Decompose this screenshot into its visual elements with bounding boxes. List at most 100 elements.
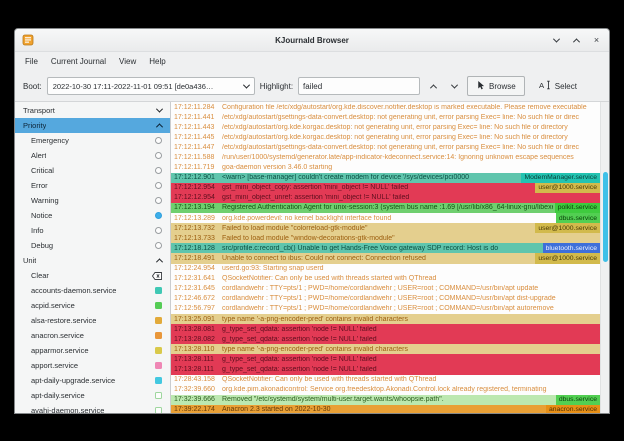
menu-current-journal[interactable]: Current Journal [45, 55, 112, 68]
log-line[interactable]: 17:12:31.641QSocketNotifier: Can only be… [171, 274, 600, 284]
radio-unchecked[interactable] [155, 242, 162, 249]
log-line[interactable]: 17:12:11.447/etc/xdg/autostart/gsettings… [171, 142, 600, 152]
select-button[interactable]: A Select [530, 76, 586, 96]
log-line[interactable]: 17:13:28.081g_type_set_qdata: assertion … [171, 324, 600, 334]
highlight-prev-button[interactable] [425, 78, 441, 94]
radio-unchecked[interactable] [155, 167, 162, 174]
log-timestamp: 17:12:13.194 [174, 204, 222, 211]
log-line[interactable]: 17:32:39.666Removed "/etc/systemd/system… [171, 395, 600, 405]
log-message: g_type_set_qdata: assertion 'node != NUL… [222, 326, 600, 333]
log-line[interactable]: 17:12:46.672cordlandwehr : TTY=pts/1 ; P… [171, 294, 600, 304]
priority-item-error[interactable]: Error [15, 178, 170, 193]
menu-file[interactable]: File [19, 55, 44, 68]
log-line[interactable]: 17:12:12.954gst_mini_object_copy: assert… [171, 183, 600, 193]
log-line[interactable]: 17:12:12.954gst_mini_object_unref: asser… [171, 193, 600, 203]
log-view[interactable]: 17:12:11.284Configuration file /etc/xdg/… [171, 102, 600, 413]
unit-item-apt-daily-service[interactable]: apt-daily.service [15, 388, 170, 403]
priority-item-info[interactable]: Info [15, 223, 170, 238]
log-line[interactable]: 17:39:22.174Anacron 2.3 started on 2022-… [171, 405, 600, 413]
radio-unchecked[interactable] [155, 137, 162, 144]
log-line[interactable]: 17:12:11.719goa-daemon version 3.46.0 st… [171, 163, 600, 173]
log-line[interactable]: 17:32:39.660org.kde.pim.akonadicontrol: … [171, 385, 600, 395]
unit-item-apport-service[interactable]: apport.service [15, 358, 170, 373]
radio-unchecked[interactable] [155, 227, 162, 234]
unit-item-alsa-restore-service[interactable]: alsa-restore.service [15, 313, 170, 328]
log-line[interactable]: 17:12:13.289org.kde.powerdevil: no kerne… [171, 213, 600, 223]
log-line[interactable]: 17:12:12.901<warn> [base-manager] couldn… [171, 173, 600, 183]
maximize-button[interactable] [571, 35, 582, 46]
unit-item-apparmor-service[interactable]: apparmor.service [15, 343, 170, 358]
checkbox-checked[interactable] [155, 362, 162, 369]
unit-item-avahi-daemon-service[interactable]: avahi-daemon.service [15, 403, 170, 413]
scrollbar-handle[interactable] [603, 172, 608, 262]
clear-units-button[interactable]: Clear [15, 268, 170, 283]
log-line[interactable]: 17:12:18.491Unable to connect to ibus: C… [171, 253, 600, 263]
checkbox-checked[interactable] [155, 317, 162, 324]
log-message: g_type_set_qdata: assertion 'node != NUL… [222, 356, 600, 363]
checkbox-checked[interactable] [155, 302, 162, 309]
radio-unchecked[interactable] [155, 197, 162, 204]
unit-item-acpid-service[interactable]: acpid.service [15, 298, 170, 313]
log-line[interactable]: 17:12:13.732Failed to load module "color… [171, 223, 600, 233]
log-line[interactable]: 17:28:43.158QSocketNotifier: Can only be… [171, 375, 600, 385]
checkbox-checked[interactable] [155, 332, 162, 339]
log-line[interactable]: 17:13:28.110type name '-a-png-encoder-pr… [171, 344, 600, 354]
checkbox-checked[interactable] [155, 377, 162, 384]
radio-unchecked[interactable] [155, 182, 162, 189]
log-line[interactable]: 17:12:56.797cordlandwehr : TTY=pts/1 ; P… [171, 304, 600, 314]
priority-item-notice[interactable]: Notice [15, 208, 170, 223]
minimize-button[interactable] [551, 35, 562, 46]
log-message: src/profile.c:record_cb() Unable to get … [222, 245, 541, 252]
priority-item-emergency[interactable]: Emergency [15, 133, 170, 148]
log-message: /etc/xdg/autostart/org.kde.korgac.deskto… [222, 134, 600, 141]
log-line[interactable]: 17:12:11.441/etc/xdg/autostart/gsettings… [171, 112, 600, 122]
boot-combobox[interactable]: 2022-10-30 17:11-2022-11-01 09:51 [de0a4… [47, 77, 255, 95]
log-scrollbar[interactable] [600, 102, 609, 413]
priority-item-critical[interactable]: Critical [15, 163, 170, 178]
unit-item-label: accounts-daemon.service [31, 286, 116, 295]
log-line[interactable]: 17:12:31.645cordlandwehr : TTY=pts/1 ; P… [171, 284, 600, 294]
unit-item-anacron-service[interactable]: anacron.service [15, 328, 170, 343]
section-header-priority[interactable]: Priority [15, 118, 170, 133]
log-line[interactable]: 17:12:11.445/etc/xdg/autostart/org.kde.k… [171, 132, 600, 142]
priority-item-debug[interactable]: Debug [15, 238, 170, 253]
priority-item-warning[interactable]: Warning [15, 193, 170, 208]
checkbox-checked[interactable] [155, 287, 162, 294]
unit-item-label: apport.service [31, 361, 78, 370]
checkbox-unchecked[interactable] [155, 407, 162, 413]
unit-badge: ModemManager.service [521, 173, 600, 183]
checkbox-checked[interactable] [155, 347, 162, 354]
section-header-unit[interactable]: Unit [15, 253, 170, 268]
log-line[interactable]: 17:12:11.588/run/user/1000/systemd/gener… [171, 152, 600, 162]
titlebar[interactable]: KJournald Browser × [15, 29, 609, 52]
log-line[interactable]: 17:12:11.443/etc/xdg/autostart/org.kde.k… [171, 122, 600, 132]
log-line[interactable]: 17:13:25.091type name '-a-png-encoder-pr… [171, 314, 600, 324]
unit-item-label: apt-daily-upgrade.service [31, 376, 115, 385]
highlight-next-button[interactable] [446, 78, 462, 94]
browse-button[interactable]: Browse [467, 76, 525, 96]
unit-item-accounts-daemon-service[interactable]: accounts-daemon.service [15, 283, 170, 298]
log-timestamp: 17:12:31.641 [174, 275, 222, 282]
log-timestamp: 17:13:25.091 [174, 316, 222, 323]
log-timestamp: 17:13:28.110 [174, 346, 222, 353]
menu-help[interactable]: Help [143, 55, 171, 68]
section-header-transport[interactable]: Transport [15, 103, 170, 118]
log-line[interactable]: 17:12:13.733Failed to load module "windo… [171, 233, 600, 243]
menu-view[interactable]: View [113, 55, 142, 68]
log-line[interactable]: 17:12:24.954userd.go:93: Starting snap u… [171, 264, 600, 274]
log-line[interactable]: 17:13:28.111g_type_set_qdata: assertion … [171, 364, 600, 374]
log-line[interactable]: 17:12:11.284Configuration file /etc/xdg/… [171, 102, 600, 112]
unit-item-label: apparmor.service [31, 346, 89, 355]
priority-item-alert[interactable]: Alert [15, 148, 170, 163]
log-line[interactable]: 17:12:13.194Registered Authentication Ag… [171, 203, 600, 213]
priority-item-label: Emergency [31, 136, 69, 145]
log-line[interactable]: 17:13:28.082g_type_set_qdata: assertion … [171, 334, 600, 344]
highlight-input[interactable] [298, 77, 420, 95]
log-line[interactable]: 17:12:18.128src/profile.c:record_cb() Un… [171, 243, 600, 253]
checkbox-unchecked[interactable] [155, 392, 162, 399]
close-button[interactable]: × [591, 35, 602, 46]
unit-item-apt-daily-upgrade-service[interactable]: apt-daily-upgrade.service [15, 373, 170, 388]
log-line[interactable]: 17:13:28.111g_type_set_qdata: assertion … [171, 354, 600, 364]
radio-checked[interactable] [155, 212, 162, 219]
radio-unchecked[interactable] [155, 152, 162, 159]
